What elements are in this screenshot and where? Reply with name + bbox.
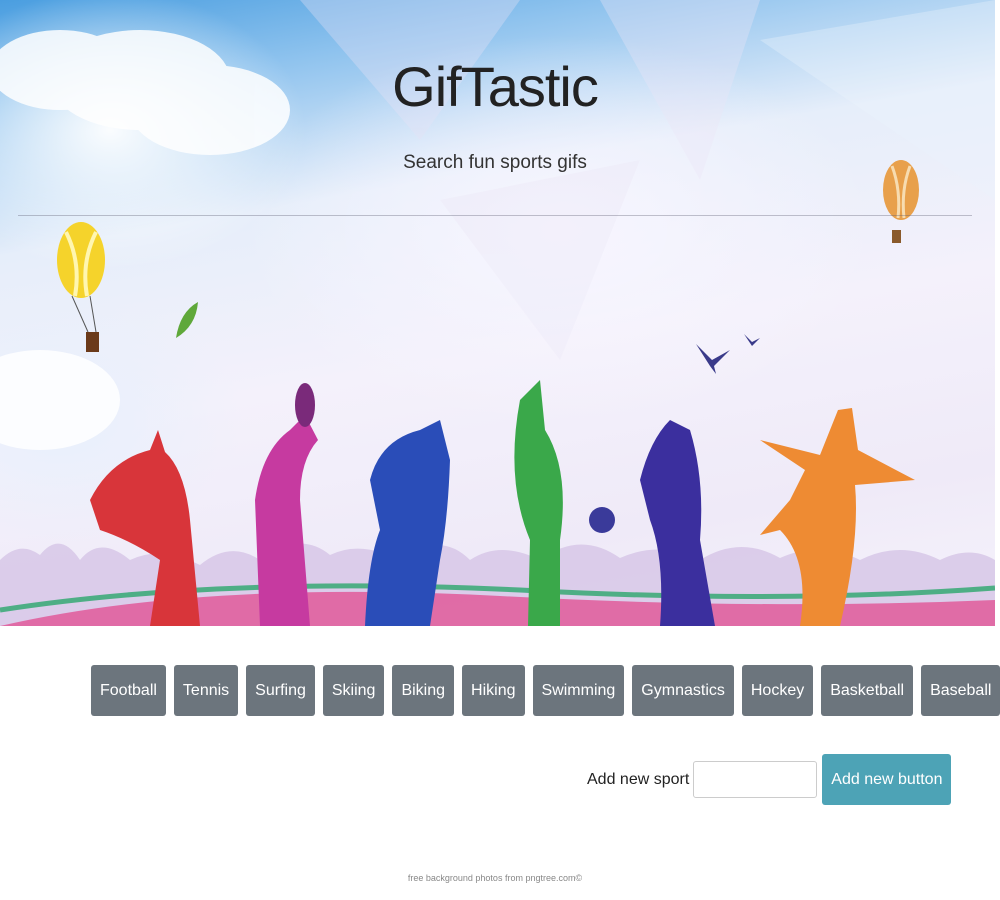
page-subtitle: Search fun sports gifs xyxy=(403,152,587,173)
sport-button-hiking[interactable]: Hiking xyxy=(462,665,525,716)
add-sport-label: Add new sport xyxy=(587,770,690,788)
add-sport-form: Add new sport Add new button xyxy=(587,754,952,805)
sport-button-swimming[interactable]: Swimming xyxy=(532,665,625,716)
hot-air-balloon-left xyxy=(57,222,105,352)
add-sport-input[interactable] xyxy=(693,761,818,798)
sport-button-hockey[interactable]: Hockey xyxy=(741,665,814,716)
sport-button-baseball[interactable]: Baseball xyxy=(921,665,1000,716)
sport-button-biking[interactable]: Biking xyxy=(392,665,455,716)
sport-button-surfing[interactable]: Surfing xyxy=(246,665,315,716)
page-title: GifTastic xyxy=(392,55,599,118)
sport-button-row: Football Tennis Surfing Skiing Biking Hi… xyxy=(91,665,1000,716)
bird-illustration xyxy=(696,344,730,374)
footer-credit: free background photos from pngtree.com© xyxy=(407,873,583,883)
sport-button-tennis[interactable]: Tennis xyxy=(173,665,239,716)
divider xyxy=(18,215,972,216)
sport-button-football[interactable]: Football xyxy=(91,665,166,716)
add-new-button[interactable]: Add new button xyxy=(822,754,952,805)
sport-button-basketball[interactable]: Basketball xyxy=(821,665,914,716)
leaf-illustration xyxy=(176,302,198,338)
sport-button-skiing[interactable]: Skiing xyxy=(322,665,385,716)
sport-button-gymnastics[interactable]: Gymnastics xyxy=(632,665,734,716)
hero-banner: GifTastic Search fun sports gifs xyxy=(0,0,995,626)
